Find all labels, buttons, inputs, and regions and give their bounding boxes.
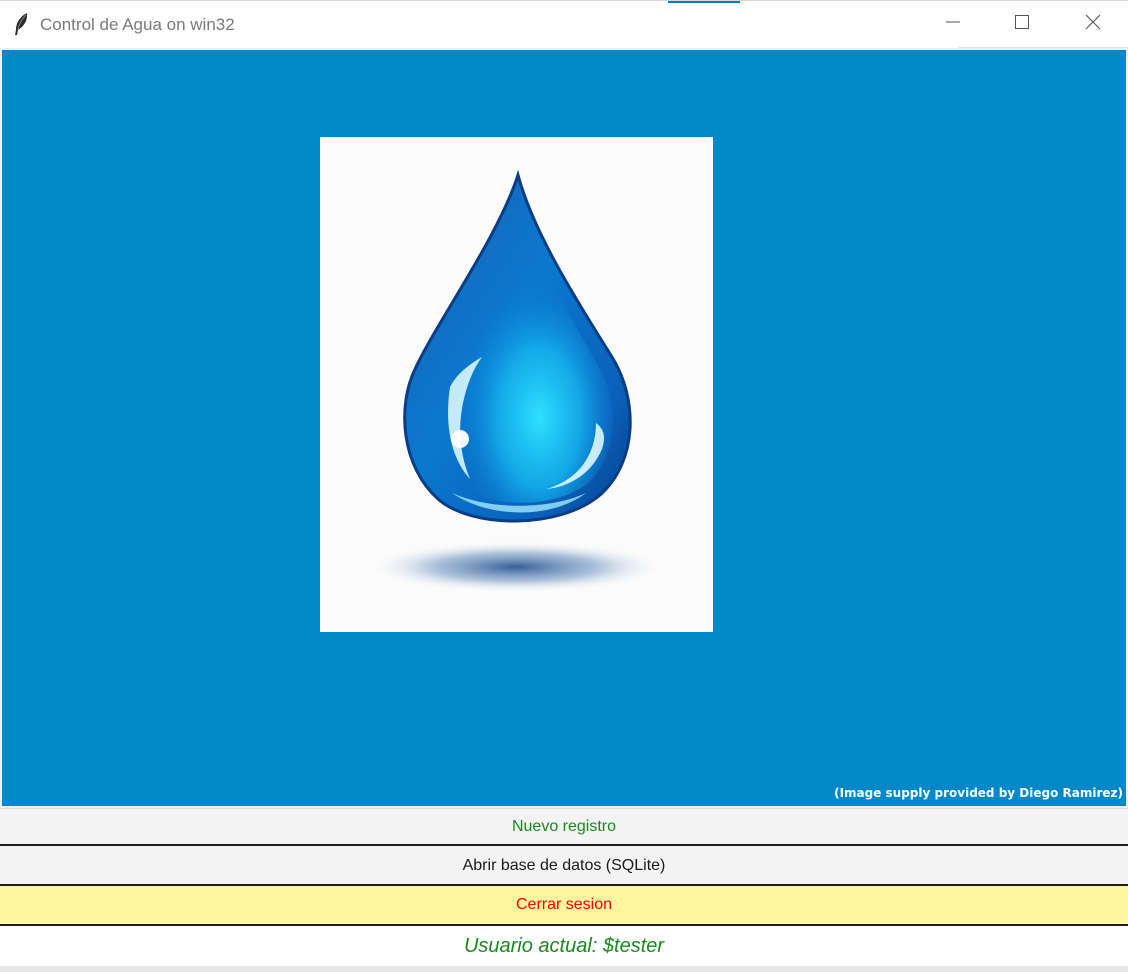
title-bar-divider bbox=[958, 47, 1128, 48]
nuevo-registro-label: Nuevo registro bbox=[511, 817, 617, 835]
minimize-button[interactable] bbox=[922, 1, 984, 47]
cerrar-sesion-button[interactable]: Cerrar sesion bbox=[0, 886, 1128, 926]
water-drop-icon bbox=[366, 169, 666, 593]
title-accent-strip bbox=[668, 1, 740, 3]
window-bottom-edge bbox=[0, 966, 1128, 972]
maximize-icon bbox=[1014, 14, 1030, 35]
window-title: Control de Agua on win32 bbox=[40, 15, 235, 34]
app-window: Control de Agua on win32 (Image supply p… bbox=[0, 0, 1128, 972]
abrir-base-datos-button[interactable]: Abrir base de datos (SQLite) bbox=[0, 847, 1128, 886]
image-panel: (Image supply provided by Diego Ramirez) bbox=[2, 50, 1126, 806]
current-user-status: Usuario actual: $tester bbox=[0, 926, 1128, 966]
maximize-button[interactable] bbox=[991, 1, 1053, 47]
current-user-label: Usuario actual: $tester bbox=[463, 934, 665, 957]
abrir-base-datos-label: Abrir base de datos (SQLite) bbox=[462, 856, 666, 874]
feather-icon bbox=[13, 12, 31, 36]
title-bar[interactable]: Control de Agua on win32 bbox=[0, 0, 1128, 48]
nuevo-registro-button[interactable]: Nuevo registro bbox=[0, 808, 1128, 846]
close-button[interactable] bbox=[1062, 1, 1124, 47]
water-drop-image bbox=[320, 137, 713, 632]
minimize-icon bbox=[945, 14, 961, 35]
close-icon bbox=[1085, 14, 1101, 35]
image-credit: (Image supply provided by Diego Ramirez) bbox=[834, 786, 1123, 800]
cerrar-sesion-label: Cerrar sesion bbox=[515, 896, 613, 913]
